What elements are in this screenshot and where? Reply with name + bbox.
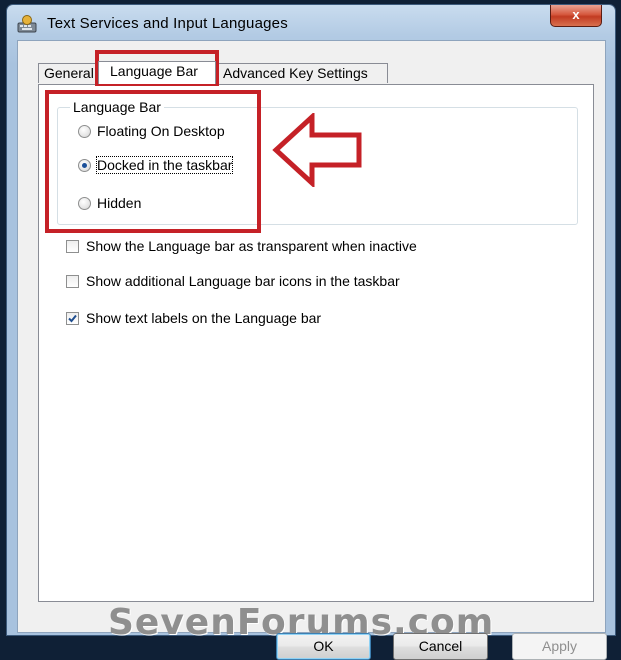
window-title: Text Services and Input Languages: [47, 15, 288, 32]
keyboard-app-icon: [17, 15, 37, 33]
checkbox-additional-icons[interactable]: Show additional Language bar icons in th…: [66, 271, 400, 291]
tab-general-label: General: [44, 65, 94, 81]
annotation-options-highlight: [45, 90, 261, 233]
checkbox-label-text-labels: Show text labels on the Language bar: [86, 310, 322, 326]
title-bar[interactable]: Text Services and Input Languages x: [7, 5, 615, 41]
cancel-button[interactable]: Cancel: [393, 633, 488, 660]
tab-advanced-key-settings[interactable]: Advanced Key Settings: [216, 63, 388, 83]
left-arrow-icon: [272, 113, 362, 187]
close-icon: x: [572, 7, 580, 22]
ok-button[interactable]: OK: [276, 633, 371, 660]
tab-language-bar-label: Language Bar: [110, 63, 198, 79]
checkbox-box[interactable]: [66, 239, 79, 253]
checkbox-transparent-when-inactive[interactable]: Show the Language bar as transparent whe…: [66, 236, 417, 256]
checkbox-box-checked[interactable]: [66, 311, 79, 325]
checkbox-label-transparent: Show the Language bar as transparent whe…: [86, 238, 417, 254]
checkmark-icon: [68, 314, 77, 322]
tab-advanced-key-settings-label: Advanced Key Settings: [223, 65, 368, 81]
apply-button[interactable]: Apply: [512, 633, 607, 660]
checkbox-label-additional-icons: Show additional Language bar icons in th…: [86, 273, 400, 289]
tab-general[interactable]: General: [38, 63, 101, 83]
close-button[interactable]: x: [550, 5, 602, 27]
checkbox-show-text-labels[interactable]: Show text labels on the Language bar: [66, 308, 321, 328]
tab-language-bar[interactable]: Language Bar: [98, 61, 216, 84]
checkbox-box[interactable]: [66, 274, 79, 288]
dialog-window: Text Services and Input Languages x Gene…: [6, 4, 616, 660]
